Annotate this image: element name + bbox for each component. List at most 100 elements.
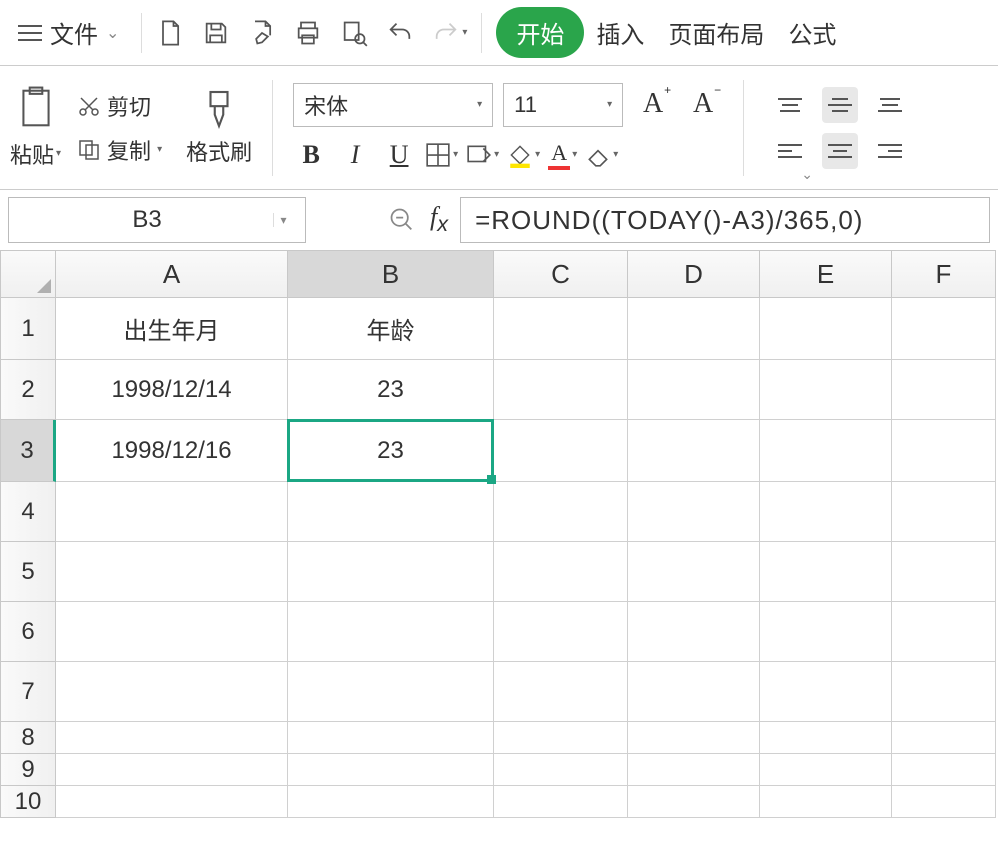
cell-A3[interactable]: 1998/12/16 — [56, 420, 288, 482]
cell-C7[interactable] — [494, 662, 628, 722]
borders-button[interactable]: ▾ — [425, 142, 458, 168]
redo-button[interactable]: ▾ — [432, 19, 467, 47]
cell-E10[interactable] — [760, 786, 892, 818]
cell-C10[interactable] — [494, 786, 628, 818]
cell-E3[interactable] — [760, 420, 892, 482]
cell-C6[interactable] — [494, 602, 628, 662]
cell-A8[interactable] — [56, 722, 288, 754]
align-middle-button[interactable] — [822, 87, 858, 123]
cell-A7[interactable] — [56, 662, 288, 722]
align-bottom-button[interactable] — [872, 87, 908, 123]
fill-color-button[interactable]: ▾ — [507, 142, 540, 168]
decrease-font-button[interactable]: A− — [683, 83, 723, 125]
tab-layout[interactable]: 页面布局 — [656, 1, 776, 64]
row-header-3[interactable]: 3 — [0, 420, 56, 482]
cell-C8[interactable] — [494, 722, 628, 754]
cell-B4[interactable] — [288, 482, 494, 542]
row-header-10[interactable]: 10 — [0, 786, 56, 818]
print-preview-icon[interactable] — [340, 19, 368, 47]
undo-icon[interactable] — [386, 19, 414, 47]
tab-start[interactable]: 开始 — [496, 7, 584, 58]
col-header-C[interactable]: C — [494, 250, 628, 298]
cell-B7[interactable] — [288, 662, 494, 722]
col-header-A[interactable]: A — [56, 250, 288, 298]
paste-button[interactable]: 粘贴▾ — [10, 86, 61, 170]
cell-E8[interactable] — [760, 722, 892, 754]
row-header-2[interactable]: 2 — [0, 360, 56, 420]
save-as-icon[interactable] — [248, 19, 276, 47]
cell-style-button[interactable]: ▾ — [466, 142, 499, 168]
cell-C2[interactable] — [494, 360, 628, 420]
cell-C3[interactable] — [494, 420, 628, 482]
cell-B8[interactable] — [288, 722, 494, 754]
copy-button[interactable]: 复制▾ — [77, 134, 162, 166]
cell-E6[interactable] — [760, 602, 892, 662]
cell-B6[interactable] — [288, 602, 494, 662]
cell-F9[interactable] — [892, 754, 996, 786]
cell-D8[interactable] — [628, 722, 760, 754]
align-right-button[interactable] — [872, 133, 908, 169]
tab-formula[interactable]: 公式 — [776, 1, 848, 64]
font-name-select[interactable]: 宋体 ▾ — [293, 83, 493, 127]
cell-F2[interactable] — [892, 360, 996, 420]
italic-button[interactable]: I — [337, 137, 373, 173]
font-color-button[interactable]: A ▾ — [548, 140, 577, 170]
align-top-button[interactable] — [772, 87, 808, 123]
cell-E1[interactable] — [760, 298, 892, 360]
cell-E2[interactable] — [760, 360, 892, 420]
cell-B9[interactable] — [288, 754, 494, 786]
row-header-9[interactable]: 9 — [0, 754, 56, 786]
align-left-button[interactable] — [772, 133, 808, 169]
cell-A9[interactable] — [56, 754, 288, 786]
cell-D5[interactable] — [628, 542, 760, 602]
cell-D9[interactable] — [628, 754, 760, 786]
file-menu-button[interactable]: 文件 ⌄ — [10, 11, 127, 54]
col-header-D[interactable]: D — [628, 250, 760, 298]
cell-E4[interactable] — [760, 482, 892, 542]
cell-D10[interactable] — [628, 786, 760, 818]
row-header-7[interactable]: 7 — [0, 662, 56, 722]
cell-C9[interactable] — [494, 754, 628, 786]
cell-C5[interactable] — [494, 542, 628, 602]
row-header-6[interactable]: 6 — [0, 602, 56, 662]
font-size-select[interactable]: 11 ▾ — [503, 83, 623, 127]
save-icon[interactable] — [202, 19, 230, 47]
row-header-4[interactable]: 4 — [0, 482, 56, 542]
tab-insert[interactable]: 插入 — [584, 1, 656, 64]
cell-C1[interactable] — [494, 298, 628, 360]
cell-F8[interactable] — [892, 722, 996, 754]
format-painter-button[interactable]: 格式刷 — [186, 89, 252, 167]
row-header-5[interactable]: 5 — [0, 542, 56, 602]
col-header-B[interactable]: B — [288, 250, 494, 298]
cell-F3[interactable] — [892, 420, 996, 482]
cell-E9[interactable] — [760, 754, 892, 786]
cell-E5[interactable] — [760, 542, 892, 602]
name-box[interactable]: B3 ▾ — [8, 197, 306, 243]
fx-button[interactable]: fx — [430, 202, 448, 237]
col-header-F[interactable]: F — [892, 250, 996, 298]
increase-font-button[interactable]: A+ — [633, 83, 673, 125]
cell-B3[interactable]: 23 — [288, 420, 494, 482]
dropdown-icon[interactable]: ▾ — [56, 148, 61, 159]
cell-A10[interactable] — [56, 786, 288, 818]
row-header-1[interactable]: 1 — [0, 298, 56, 360]
dropdown-icon[interactable]: ▾ — [273, 213, 293, 227]
cell-D4[interactable] — [628, 482, 760, 542]
select-all-corner[interactable] — [0, 250, 56, 298]
cell-F5[interactable] — [892, 542, 996, 602]
print-icon[interactable] — [294, 19, 322, 47]
cell-B5[interactable] — [288, 542, 494, 602]
zoom-out-icon[interactable] — [388, 206, 416, 234]
bold-button[interactable]: B — [293, 137, 329, 173]
cell-F4[interactable] — [892, 482, 996, 542]
cell-A4[interactable] — [56, 482, 288, 542]
cell-F1[interactable] — [892, 298, 996, 360]
cell-F7[interactable] — [892, 662, 996, 722]
cell-C4[interactable] — [494, 482, 628, 542]
cut-button[interactable]: 剪切 — [77, 90, 162, 122]
cell-A5[interactable] — [56, 542, 288, 602]
eraser-button[interactable]: ▾ — [585, 142, 618, 168]
cell-B10[interactable] — [288, 786, 494, 818]
cell-E7[interactable] — [760, 662, 892, 722]
cell-F10[interactable] — [892, 786, 996, 818]
